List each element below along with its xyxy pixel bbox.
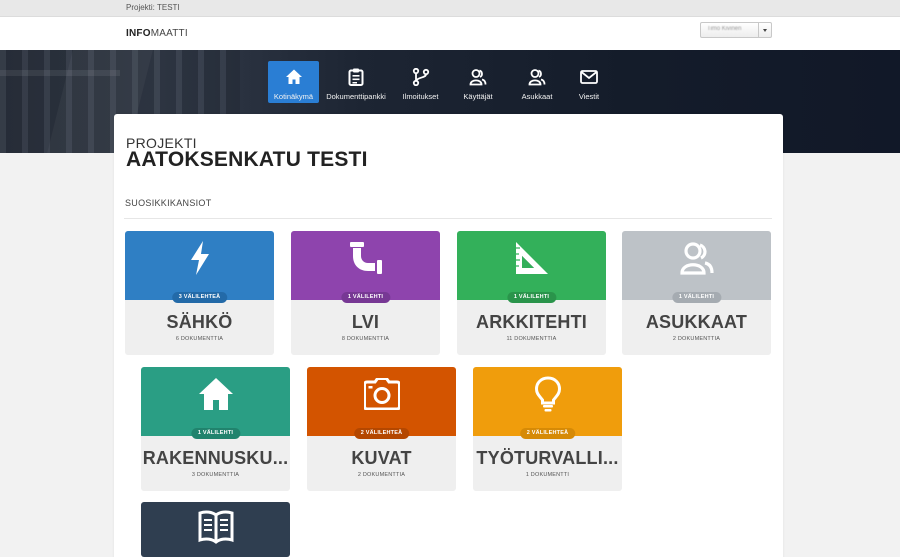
nav-label: Viestit <box>578 92 600 101</box>
section-divider <box>124 218 772 219</box>
document-count: 1 DOKUMENTTI <box>525 472 570 478</box>
folder-card-tyoturvalli[interactable]: 2 VÄLILEHTEÄ TYÖTURVALLI... 1 DOKUMENTTI <box>473 367 622 491</box>
document-count: 6 DOKUMENTTIA <box>175 336 224 342</box>
document-count: 2 DOKUMENTTIA <box>672 336 721 342</box>
tab-count-badge: 1 VÄLILEHTI <box>506 292 557 303</box>
nav-label: Käyttäjät <box>463 92 493 101</box>
tab-count-badge: 1 VÄLILEHTI <box>340 292 391 303</box>
card-title: RAKENNUSKU... <box>142 448 289 468</box>
house-icon <box>198 377 234 416</box>
project-breadcrumb: Projekti: TESTI <box>126 3 180 12</box>
folder-card-arkkitehti[interactable]: 1 VÄLILEHTI ARKKITEHTI 11 DOKUMENTTIA <box>457 231 606 355</box>
document-count: 11 DOKUMENTTIA <box>506 336 557 342</box>
pipe-icon <box>347 239 385 282</box>
app-header: INFOMAATTI Timo Kivinen <box>0 17 900 50</box>
nav-label: Ilmoitukset <box>402 92 439 101</box>
residents-icon <box>527 67 547 87</box>
tab-count-badge: 1 VÄLILEHTI <box>190 428 241 439</box>
card-title: ARKKITEHTI <box>476 312 587 332</box>
page-title: AATOKSENKATU TESTI <box>126 148 368 171</box>
folder-card-asukkaat[interactable]: 1 VÄLILEHTI ASUKKAAT 2 DOKUMENTTIA <box>622 231 771 355</box>
nav-item-asukkaat[interactable]: Asukkaat <box>508 61 566 103</box>
nav-item-viestit[interactable]: Viestit <box>566 61 612 103</box>
nav-label: Asukkaat <box>521 92 553 101</box>
camera-icon <box>362 377 401 415</box>
card-color-area <box>457 231 606 300</box>
set-square-icon <box>514 240 550 281</box>
user-name: Timo Kivinen <box>707 26 742 32</box>
logo-bold: INFO <box>126 28 151 39</box>
nav-item-dokumenttipankki[interactable]: Dokumenttipankki <box>319 61 393 103</box>
envelope-icon <box>579 67 599 87</box>
main-nav: Kotinäkymä Dokumenttipankki Ilmoitukset … <box>268 61 612 103</box>
lightning-icon <box>188 241 212 280</box>
card-title: KUVAT <box>351 448 412 468</box>
tab-count-badge: 2 VÄLILEHTEÄ <box>353 428 410 439</box>
card-color-area <box>125 231 274 300</box>
home-icon <box>284 67 304 87</box>
tab-count-badge: 1 VÄLILEHTI <box>671 292 722 303</box>
document-count: 2 DOKUMENTTIA <box>357 472 406 478</box>
card-title: TYÖTURVALLI... <box>476 448 619 468</box>
folder-card-rakennusku[interactable]: 1 VÄLILEHTI RAKENNUSKU... 3 DOKUMENTTIA <box>141 367 290 491</box>
document-count: 3 DOKUMENTTIA <box>191 472 240 478</box>
book-icon <box>198 510 234 549</box>
nav-label: Dokumenttipankki <box>326 92 386 101</box>
card-title: LVI <box>351 312 380 332</box>
nav-item-ilmoitukset[interactable]: Ilmoitukset <box>393 61 448 103</box>
tab-count-badge: 3 VÄLILEHTEÄ <box>171 292 228 303</box>
folder-card-kuvat[interactable]: 2 VÄLILEHTEÄ KUVAT 2 DOKUMENTTIA <box>307 367 456 491</box>
project-topbar: Projekti: TESTI <box>0 0 900 17</box>
main-panel: PROJEKTI AATOKSENKATU TESTI SUOSIKKIKANS… <box>114 114 783 557</box>
user-dropdown[interactable]: Timo Kivinen <box>700 22 772 38</box>
nav-label: Kotinäkymä <box>273 92 314 101</box>
chevron-down-icon[interactable] <box>758 23 771 37</box>
lightbulb-icon <box>534 376 562 417</box>
logo-light: MAATTI <box>150 28 188 39</box>
app-logo[interactable]: INFOMAATTI <box>126 28 188 39</box>
favorites-section-title: SUOSIKKIKANSIOT <box>125 198 212 208</box>
folder-card-lvi[interactable]: 1 VÄLILEHTI LVI 8 DOKUMENTTIA <box>291 231 440 355</box>
card-color-area <box>307 367 456 436</box>
card-title: SÄHKÖ <box>166 312 233 332</box>
folder-card-book[interactable] <box>141 502 290 557</box>
card-color-area <box>473 367 622 436</box>
folder-card-sahko[interactable]: 3 VÄLILEHTEÄ SÄHKÖ 6 DOKUMENTTIA <box>125 231 274 355</box>
residents-icon <box>679 240 715 281</box>
document-count: 8 DOKUMENTTIA <box>341 336 390 342</box>
card-color-area <box>622 231 771 300</box>
card-title: ASUKKAAT <box>645 312 748 332</box>
card-color-area <box>291 231 440 300</box>
nav-item-kotinakyma[interactable]: Kotinäkymä <box>268 61 319 103</box>
nav-item-kayttajat[interactable]: Käyttäjät <box>448 61 508 103</box>
card-color-area <box>141 502 290 557</box>
card-color-area <box>141 367 290 436</box>
clipboard-icon <box>346 67 366 87</box>
users-icon <box>468 67 488 87</box>
tab-count-badge: 2 VÄLILEHTEÄ <box>519 428 576 439</box>
branch-icon <box>411 67 431 87</box>
